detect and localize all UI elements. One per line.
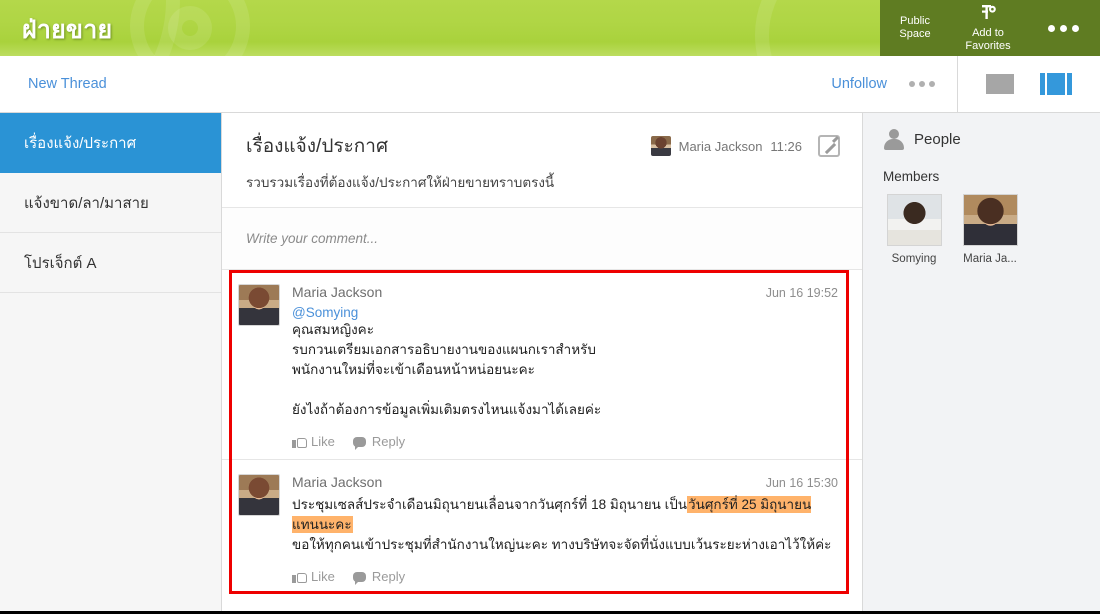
sidebar-item-announcements[interactable]: เรื่องแจ้ง/ประกาศ <box>0 113 221 173</box>
post-body: Maria Jackson Jun 16 19:52 @Somying คุณส… <box>292 284 838 450</box>
public-space-label-line2: Space <box>899 28 931 40</box>
thread-author: Maria Jackson <box>678 138 763 154</box>
post-mention-link[interactable]: @Somying <box>292 305 838 320</box>
view-mode-group <box>957 56 1100 112</box>
thread-time: 11:26 <box>770 138 802 154</box>
public-space-label-line1: Public <box>900 15 930 27</box>
pin-icon <box>979 4 997 26</box>
people-header: People <box>863 129 1100 150</box>
post-line: คุณสมหญิงคะ <box>292 322 374 337</box>
selected-posts-region: Maria Jackson Jun 16 19:52 @Somying คุณส… <box>222 270 862 594</box>
avatar <box>962 194 1018 246</box>
post-author: Maria Jackson <box>292 284 383 300</box>
post-actions: Like Reply <box>292 434 838 450</box>
post-line: ยังไงถ้าต้องการข้อมูลเพิ่มเติมตรงไหนแจ้ง… <box>292 402 602 417</box>
like-button[interactable]: Like <box>292 569 335 584</box>
header-more-button[interactable] <box>1026 0 1100 56</box>
comment-bubble-icon <box>352 436 366 450</box>
sidebar-item-label: แจ้งขาด/ลา/มาสาย <box>24 194 149 212</box>
post-body: Maria Jackson Jun 16 15:30 ประชุมเซลส์ปร… <box>292 474 838 585</box>
reply-label: Reply <box>371 569 406 584</box>
reply-button[interactable]: Reply <box>352 569 406 585</box>
person-icon <box>883 129 905 150</box>
view-three-pane-icon[interactable] <box>1040 73 1072 95</box>
ellipsis-icon <box>1047 24 1079 32</box>
member-item[interactable]: Maria Ja... <box>959 194 1021 265</box>
like-label: Like <box>311 569 335 584</box>
thumbs-up-icon <box>292 570 307 583</box>
app-header: ฝ่ายขาย Public Space Add to Favorites <box>0 0 1100 56</box>
sidebar: เรื่องแจ้ง/ประกาศ แจ้งขาด/ลา/มาสาย โปรเจ… <box>0 113 222 611</box>
people-title: People <box>914 130 961 148</box>
thread-header: เรื่องแจ้ง/ประกาศ Maria Jackson 11:26 รว… <box>222 113 862 208</box>
comment-bubble-icon <box>352 571 366 585</box>
avatar <box>650 136 671 156</box>
people-panel: People Members Somying Maria Ja... <box>863 113 1100 611</box>
thread-subtitle: รวบรวมเรื่องที่ต้องแจ้ง/ประกาศให้ฝ่ายขาย… <box>246 175 555 190</box>
thread-title: เรื่องแจ้ง/ประกาศ <box>246 136 389 157</box>
edit-icon[interactable] <box>818 135 840 157</box>
post-header: Maria Jackson Jun 16 19:52 <box>292 284 838 300</box>
thumbs-up-icon <box>292 435 307 448</box>
unfollow-button[interactable]: Unfollow <box>831 76 887 92</box>
post-timestamp: Jun 16 19:52 <box>765 286 838 300</box>
post-line-text: ประชุมเซลส์ประจำเดือนมิถุนายนเลื่อนจากวั… <box>292 497 688 512</box>
like-label: Like <box>311 434 335 449</box>
post-line: พนักงานใหม่ที่จะเข้าเดือนหน้าหน่อยนะคะ <box>292 362 535 377</box>
app-window: ฝ่ายขาย Public Space Add to Favorites Ne… <box>0 0 1100 614</box>
post-author: Maria Jackson <box>292 474 383 490</box>
reply-label: Reply <box>371 434 406 449</box>
comment-input[interactable]: Write your comment... <box>222 208 862 270</box>
public-space-button[interactable]: Public Space <box>880 0 950 56</box>
header-actions: Public Space Add to Favorites <box>880 0 1100 56</box>
reply-button[interactable]: Reply <box>352 434 406 450</box>
add-to-favorites-button[interactable]: Add to Favorites <box>950 0 1026 56</box>
member-item[interactable]: Somying <box>883 194 945 265</box>
post-item: Maria Jackson Jun 16 15:30 ประชุมเซลส์ปร… <box>222 459 862 594</box>
sidebar-item-label: โปรเจ็กต์ A <box>24 254 97 272</box>
comment-input-placeholder: Write your comment... <box>246 231 379 246</box>
member-name: Somying <box>891 253 937 265</box>
page-title: ฝ่ายขาย <box>22 16 113 44</box>
post-timestamp: Jun 16 15:30 <box>765 476 838 490</box>
header-circle-decoration <box>168 6 212 50</box>
post-line: ประชุมเซลส์ประจำเดือนมิถุนายนเลื่อนจากวั… <box>292 495 838 535</box>
like-button[interactable]: Like <box>292 434 335 449</box>
post-actions: Like Reply <box>292 569 838 585</box>
avatar <box>886 194 942 246</box>
avatar <box>238 474 280 516</box>
thread-meta: Maria Jackson 11:26 <box>650 135 840 157</box>
toolbar-right-group: Unfollow <box>831 56 1100 112</box>
post-item: Maria Jackson Jun 16 19:52 @Somying คุณส… <box>222 270 862 459</box>
toolbar-more-icon[interactable] <box>909 81 935 87</box>
view-single-pane-icon[interactable] <box>986 74 1014 94</box>
thread-title-row: เรื่องแจ้ง/ประกาศ Maria Jackson 11:26 <box>246 131 840 161</box>
new-thread-button[interactable]: New Thread <box>28 76 107 92</box>
sidebar-item-absence[interactable]: แจ้งขาด/ลา/มาสาย <box>0 173 221 233</box>
sidebar-item-label: เรื่องแจ้ง/ประกาศ <box>24 134 137 152</box>
app-body: เรื่องแจ้ง/ประกาศ แจ้งขาด/ลา/มาสาย โปรเจ… <box>0 113 1100 611</box>
members-list: Somying Maria Ja... <box>863 194 1100 265</box>
add-to-favorites-label-line1: Add to <box>972 26 1004 39</box>
post-line: รบกวนเตรียมเอกสารอธิบายงานของแผนกเราสำหร… <box>292 342 596 357</box>
post-header: Maria Jackson Jun 16 15:30 <box>292 474 838 490</box>
members-label: Members <box>883 169 940 184</box>
add-to-favorites-label-line2: Favorites <box>965 39 1011 52</box>
thread-toolbar: New Thread Unfollow <box>0 56 1100 113</box>
avatar <box>238 284 280 326</box>
sidebar-item-project-a[interactable]: โปรเจ็กต์ A <box>0 233 221 293</box>
post-line: ขอให้ทุกคนเข้าประชุมที่สำนักงานใหญ่นะคะ … <box>292 537 832 552</box>
member-name: Maria Ja... <box>963 253 1017 265</box>
thread-panel: เรื่องแจ้ง/ประกาศ Maria Jackson 11:26 รว… <box>222 113 863 611</box>
